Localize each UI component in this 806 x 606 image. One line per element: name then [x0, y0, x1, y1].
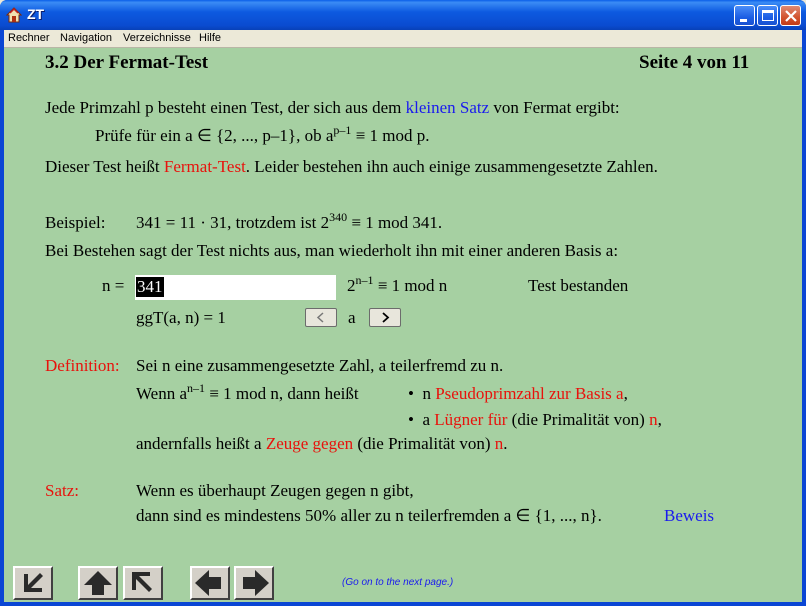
exponent: p–1 [333, 123, 352, 137]
definition-text-end: . [503, 434, 508, 453]
fermat-test-term: Fermat-Test [163, 157, 246, 176]
exponent: 340 [329, 210, 348, 224]
example-equation-end: ≡ 1 mod 341. [347, 213, 443, 232]
definition-label: Definition: [45, 356, 120, 375]
maximize-icon [762, 10, 774, 21]
close-icon [785, 10, 797, 22]
test-condition-end: ≡ 1 mod p. [351, 126, 430, 145]
bullet-text-end: , [623, 384, 628, 403]
definition-text: Wenn a [136, 384, 188, 403]
chevron-left-icon [316, 312, 324, 323]
kleiner-satz-link[interactable]: kleinen Satz [406, 98, 490, 117]
definition-text-mid: (die Primalität von) [353, 434, 495, 453]
window-frame-bottom [0, 602, 806, 606]
example-equation: 341 = 11 · 31, trotzdem ist 2 [136, 213, 330, 232]
menu-rechner[interactable]: Rechner [8, 32, 50, 44]
nav-up-button[interactable] [78, 566, 118, 600]
intro-line-1: Jede Primzahl p besteht einen Test, der … [45, 98, 620, 118]
definition-line-1: Sei n eine zusammengesetzte Zahl, a teil… [136, 356, 504, 375]
page-content: 3.2 Der Fermat-Test Seite 4 von 11 Jede … [4, 48, 802, 602]
intro-text: Jede Primzahl p besteht einen Test, der … [45, 98, 406, 117]
definition-text-end: ≡ 1 mod n, dann heißt [205, 384, 359, 403]
section-title: 3.2 Der Fermat-Test [45, 52, 209, 73]
arrow-up-icon [84, 571, 112, 595]
app-window: ZT Rechner Navigation Verzeichnisse Hilf… [0, 0, 806, 606]
nav-up-left-button[interactable] [123, 566, 163, 600]
exponent: n–1 [355, 273, 374, 287]
n-term: n [494, 434, 504, 453]
example-label: Beispiel: [45, 213, 106, 232]
test-condition-text: Prüfe für ein a ∈ {2, ..., p–1}, ob a [95, 126, 334, 145]
definition-bullet-2: • a Lügner für (die Primalität von) n, [408, 410, 662, 430]
app-icon[interactable] [6, 7, 22, 23]
arrow-down-left-icon [24, 573, 43, 592]
page-indicator: Seite 4 von 11 [639, 52, 750, 73]
menu-hilfe[interactable]: Hilfe [199, 32, 221, 44]
zeuge-term: Zeuge gegen [265, 434, 354, 453]
proof-link[interactable]: Beweis [664, 506, 714, 526]
theorem-line-2: dann sind es mindestens 50% aller zu n t… [136, 506, 602, 525]
arrow-right-icon [243, 570, 269, 596]
pseudoprimzahl-term: Pseudoprimzahl zur Basis a [435, 384, 624, 403]
formula-end: ≡ 1 mod n [373, 276, 448, 295]
definition-line-2: Wenn an–1 ≡ 1 mod n, dann heißt [136, 381, 359, 404]
maximize-button[interactable] [757, 5, 778, 26]
bullet-text-end: , [657, 410, 662, 429]
bullet-text: n [422, 384, 436, 403]
next-base-button[interactable] [369, 308, 401, 327]
n-input[interactable]: 341 [135, 275, 336, 300]
test-result: Test bestanden [528, 276, 629, 295]
a-label: a [348, 308, 356, 327]
bullet-text: a [422, 410, 435, 429]
nav-back-button[interactable] [190, 566, 230, 600]
formula-base: 2 [347, 276, 356, 295]
window-title: ZT [27, 6, 45, 22]
chevron-right-icon [382, 312, 390, 323]
menu-verzeichnisse[interactable]: Verzeichnisse [123, 32, 191, 44]
minimize-button[interactable] [734, 5, 755, 26]
nav-down-left-button[interactable] [13, 566, 53, 600]
n-term: n [649, 410, 658, 429]
n-input-value: 341 [136, 277, 164, 297]
definition-bullet-1: • n Pseudoprimzahl zur Basis a, [408, 384, 628, 404]
intro-text-end: . Leider bestehen ihn auch einige zusamm… [245, 157, 658, 176]
theorem-line-1: Wenn es überhaupt Zeugen gegen n gibt, [136, 481, 414, 500]
intro-text-end: von Fermat ergibt: [489, 98, 620, 117]
definition-line-3: andernfalls heißt a Zeuge gegen (die Pri… [136, 434, 508, 454]
theorem-label: Satz: [45, 481, 79, 500]
bullet-icon: • [408, 384, 414, 403]
menu-navigation[interactable]: Navigation [60, 32, 112, 44]
example-line-2: Bei Bestehen sagt der Test nichts aus, m… [45, 241, 619, 260]
fermat-formula: 2n–1 ≡ 1 mod n [347, 273, 448, 296]
close-button[interactable] [780, 5, 801, 26]
minimize-icon [740, 19, 747, 22]
luegner-term: Lügner für [434, 410, 508, 429]
title-bar[interactable]: ZT [0, 0, 806, 30]
bullet-text-mid: (die Primalität von) [507, 410, 650, 429]
bullet-icon: • [408, 410, 414, 429]
n-label: n = [102, 276, 125, 295]
intro-text: Dieser Test heißt [45, 157, 164, 176]
intro-line-3: Dieser Test heißt Fermat-Test. Leider be… [45, 157, 658, 177]
arrow-left-icon [195, 570, 221, 596]
previous-base-button[interactable] [305, 308, 337, 327]
definition-text: andernfalls heißt a [136, 434, 266, 453]
next-page-hint[interactable]: (Go on to the next page.) [342, 577, 453, 588]
example-text: 341 = 11 · 31, trotzdem ist 2340 ≡ 1 mod… [136, 210, 443, 233]
arrow-up-left-icon [132, 572, 152, 592]
exponent: n–1 [187, 381, 206, 395]
intro-line-2: Prüfe für ein a ∈ {2, ..., p–1}, ob ap–1… [95, 123, 430, 146]
window-frame-right [802, 30, 806, 606]
nav-forward-button[interactable] [234, 566, 274, 600]
menu-bar: Rechner Navigation Verzeichnisse Hilfe [4, 30, 802, 48]
ggt-text: ggT(a, n) = 1 [136, 308, 226, 327]
